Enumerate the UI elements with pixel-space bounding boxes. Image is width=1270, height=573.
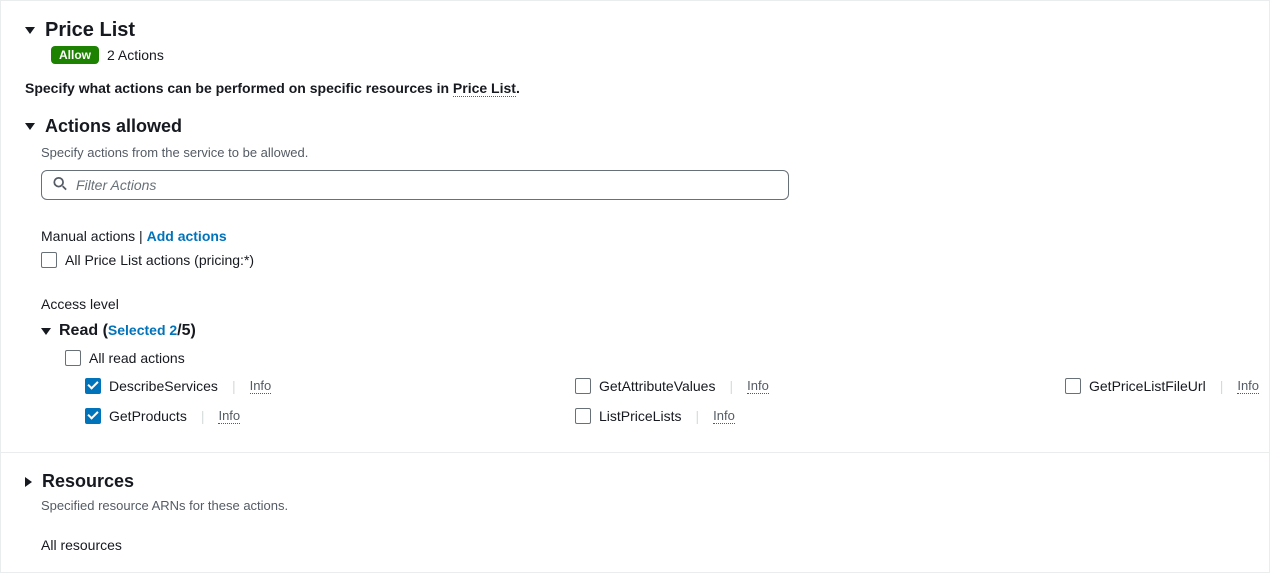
resources-desc: Specified resource ARNs for these action…: [41, 498, 1245, 513]
perm-label: GetProducts: [109, 408, 187, 424]
add-actions-link[interactable]: Add actions: [147, 228, 227, 244]
section-description: Specify what actions can be performed on…: [25, 80, 1245, 96]
perm-label: GetPriceListFileUrl: [1089, 378, 1206, 394]
resources-title: Resources: [42, 471, 134, 492]
perm-label: ListPriceLists: [599, 408, 681, 424]
policy-panel: Price List Allow 2 Actions Specify what …: [0, 0, 1270, 573]
perm-checkbox-get-price-list-file-url[interactable]: [1065, 378, 1081, 394]
access-level-label: Access level: [41, 296, 1245, 312]
perm-label: DescribeServices: [109, 378, 218, 394]
actions-count: 2 Actions: [107, 47, 164, 63]
perm-item: DescribeServices | Info: [85, 378, 575, 394]
effect-badge: Allow: [51, 46, 99, 64]
all-read-checkbox[interactable]: [65, 350, 81, 366]
service-link[interactable]: Price List: [453, 80, 516, 97]
read-caret-icon[interactable]: [41, 328, 51, 335]
all-actions-label: All Price List actions (pricing:*): [65, 252, 254, 268]
perm-item: GetPriceListFileUrl | Info: [1065, 378, 1259, 394]
read-group-label: Read (Selected 2/5): [59, 322, 196, 340]
actions-caret-icon[interactable]: [25, 123, 35, 130]
info-link[interactable]: Info: [713, 408, 735, 424]
collapse-caret-icon[interactable]: [25, 27, 35, 34]
section-title: Price List: [45, 19, 135, 42]
perm-item: GetAttributeValues | Info: [575, 378, 1065, 394]
perm-item: ListPriceLists | Info: [575, 408, 1065, 424]
perm-checkbox-get-products[interactable]: [85, 408, 101, 424]
perm-item: GetProducts | Info: [85, 408, 575, 424]
actions-allowed-desc: Specify actions from the service to be a…: [41, 145, 1245, 160]
info-link[interactable]: Info: [250, 378, 272, 394]
all-resources-label: All resources: [41, 537, 1245, 553]
filter-actions-input[interactable]: [41, 170, 789, 200]
read-selected-count[interactable]: Selected 2: [108, 322, 177, 338]
perm-checkbox-describe-services[interactable]: [85, 378, 101, 394]
info-link[interactable]: Info: [1237, 378, 1259, 394]
info-link[interactable]: Info: [747, 378, 769, 394]
resources-caret-icon[interactable]: [25, 477, 32, 487]
perm-checkbox-list-price-lists[interactable]: [575, 408, 591, 424]
perm-checkbox-get-attribute-values[interactable]: [575, 378, 591, 394]
perm-label: GetAttributeValues: [599, 378, 715, 394]
info-link[interactable]: Info: [218, 408, 240, 424]
all-read-label: All read actions: [89, 350, 185, 366]
actions-allowed-title: Actions allowed: [45, 116, 182, 137]
all-actions-checkbox[interactable]: [41, 252, 57, 268]
manual-actions-row: Manual actions | Add actions: [41, 228, 1245, 244]
